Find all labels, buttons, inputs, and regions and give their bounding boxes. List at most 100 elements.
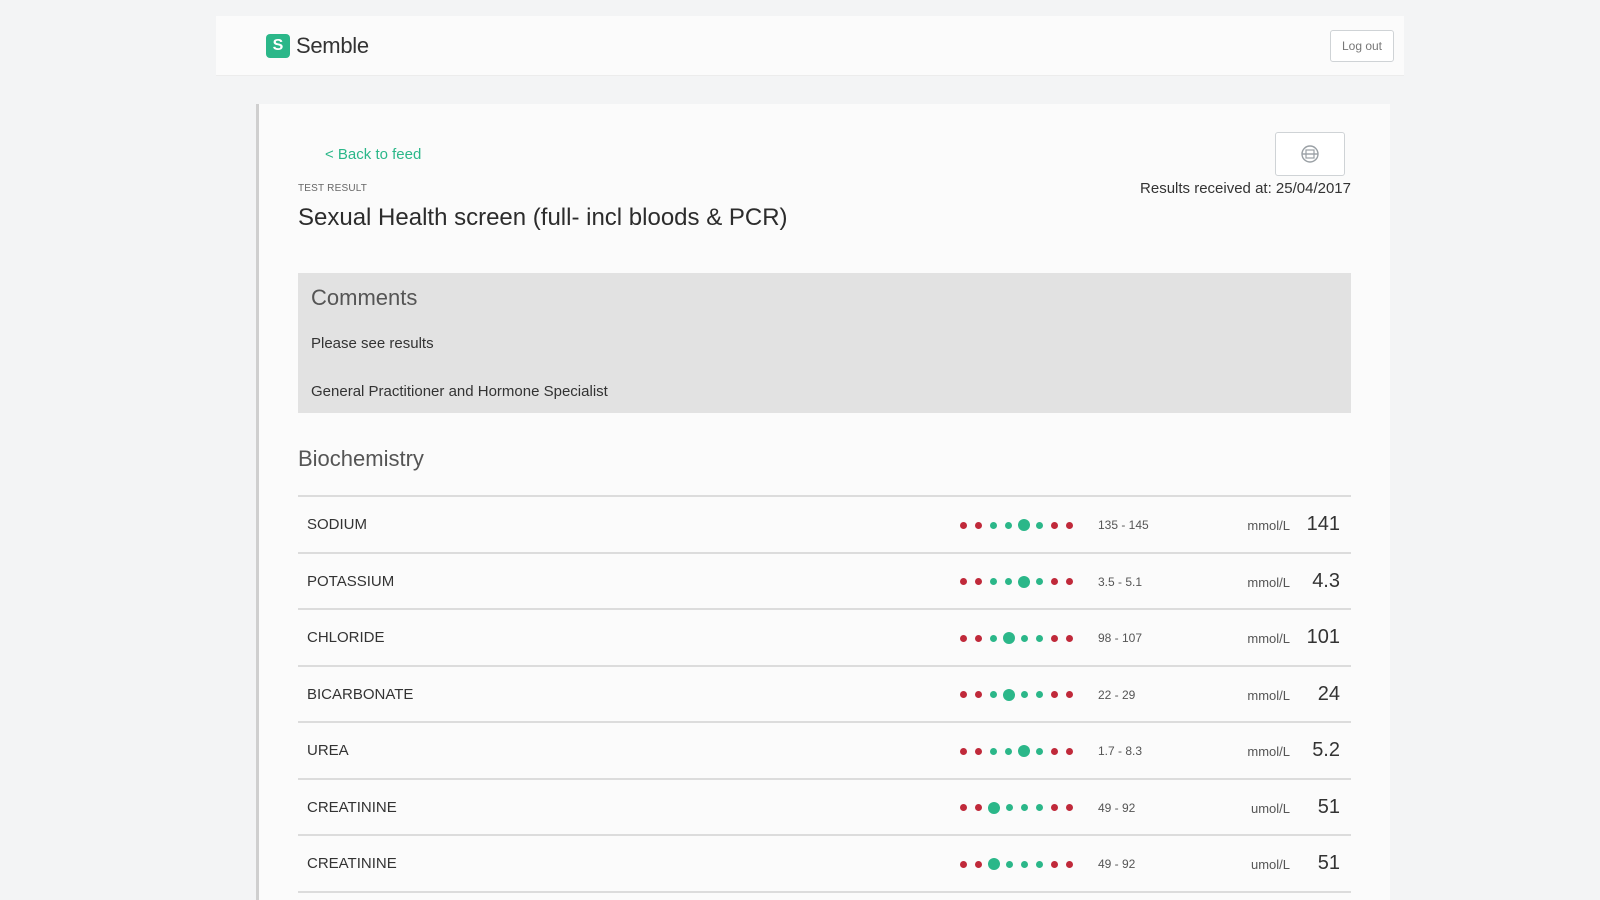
out-of-range-dot xyxy=(1066,634,1073,642)
in-range-dot xyxy=(990,691,997,698)
in-range-dot xyxy=(1006,860,1013,868)
in-range-dot xyxy=(1005,521,1012,529)
out-of-range-dot xyxy=(975,634,982,642)
semble-logo-icon: S xyxy=(266,34,290,58)
in-range-dot xyxy=(1005,578,1012,585)
out-of-range-dot xyxy=(1051,860,1058,868)
in-range-dot xyxy=(990,578,997,585)
range-indicator xyxy=(960,858,1081,870)
section-title-biochemistry: Biochemistry xyxy=(298,446,424,471)
in-range-dot xyxy=(1005,747,1012,755)
out-of-range-dot xyxy=(960,747,967,755)
unit: mmol/L xyxy=(1247,631,1290,646)
range-indicator xyxy=(960,801,1081,814)
table-row[interactable]: CREATININE 49 - 92 umol/L 51 xyxy=(298,836,1351,893)
result-marker-dot xyxy=(1003,688,1015,701)
reference-range: 3.5 - 5.1 xyxy=(1098,574,1143,589)
out-of-range-dot xyxy=(1051,521,1058,529)
received-label: Results received at: xyxy=(1140,180,1272,197)
reference-range: 22 - 29 xyxy=(1098,687,1136,702)
out-of-range-dot xyxy=(975,578,982,585)
test-name: CREATININE xyxy=(307,798,397,816)
table-row[interactable]: SODIUM 135 - 145 mmol/L 141 xyxy=(298,497,1351,554)
comments-title: Comments xyxy=(311,285,418,310)
test-name: CREATININE xyxy=(307,855,397,872)
unit: mmol/L xyxy=(1247,574,1290,590)
out-of-range-dot xyxy=(975,521,982,529)
result-marker-dot xyxy=(1018,745,1030,757)
result-value: 24 xyxy=(1317,682,1340,705)
test-name: UREA xyxy=(307,742,349,759)
in-range-dot xyxy=(1036,634,1043,642)
range-indicator xyxy=(960,688,1081,701)
back-to-feed-link[interactable]: < Back to feed xyxy=(325,146,421,163)
out-of-range-dot xyxy=(1051,804,1058,811)
test-name: BICARBONATE xyxy=(307,685,414,703)
out-of-range-dot xyxy=(1066,691,1073,698)
result-marker-dot xyxy=(988,858,1000,870)
in-range-dot xyxy=(990,747,997,755)
logout-button[interactable]: Log out xyxy=(1330,30,1394,62)
in-range-dot xyxy=(1036,747,1043,755)
result-marker-dot xyxy=(1018,519,1030,531)
result-card: < Back to feed TEST RESULT Results recei… xyxy=(256,104,1390,900)
results-table: SODIUM 135 - 145 mmol/L 141 POTASSIUM 3.5 - 5… xyxy=(298,495,1351,893)
comment-text: Please see results xyxy=(311,335,434,352)
results-received: Results received at: 25/04/2017 xyxy=(1059,180,1351,197)
unit: mmol/L xyxy=(1247,744,1290,759)
out-of-range-dot xyxy=(1051,747,1058,755)
out-of-range-dot xyxy=(1051,634,1058,642)
in-range-dot xyxy=(1021,634,1028,642)
result-value: 141 xyxy=(1306,513,1340,535)
unit: mmol/L xyxy=(1247,518,1290,533)
semble-logo[interactable]: S Semble xyxy=(266,32,369,60)
comments-panel: Comments Please see results General Prac… xyxy=(298,273,1351,413)
in-range-dot xyxy=(990,634,997,642)
out-of-range-dot xyxy=(960,691,967,698)
out-of-range-dot xyxy=(1066,521,1073,529)
result-value: 5.2 xyxy=(1312,739,1340,761)
out-of-range-dot xyxy=(975,804,982,811)
table-row[interactable]: CREATININE 49 - 92 umol/L 51 xyxy=(298,780,1351,836)
test-name: CHLORIDE xyxy=(307,629,385,646)
out-of-range-dot xyxy=(960,578,967,585)
out-of-range-dot xyxy=(975,747,982,755)
table-row[interactable]: UREA 1.7 - 8.3 mmol/L 5.2 xyxy=(298,723,1351,780)
out-of-range-dot xyxy=(1051,691,1058,698)
in-range-dot xyxy=(1036,804,1043,811)
result-marker-dot xyxy=(1018,575,1030,588)
result-value: 101 xyxy=(1306,626,1340,648)
unit: umol/L xyxy=(1250,857,1290,872)
in-range-dot xyxy=(1006,804,1013,811)
out-of-range-dot xyxy=(1066,804,1073,811)
out-of-range-dot xyxy=(975,860,982,868)
comment-author: General Practitioner and Hormone Special… xyxy=(311,383,608,400)
table-row[interactable]: POTASSIUM 3.5 - 5.1 mmol/L 4.3 xyxy=(298,554,1351,610)
print-button[interactable] xyxy=(1275,132,1345,176)
reference-range: 98 - 107 xyxy=(1098,631,1143,645)
table-row[interactable]: CHLORIDE 98 - 107 mmol/L 101 xyxy=(298,610,1351,667)
test-result-eyebrow: TEST RESULT xyxy=(298,183,368,194)
out-of-range-dot xyxy=(960,860,967,868)
out-of-range-dot xyxy=(960,634,967,642)
result-value: 51 xyxy=(1317,852,1340,874)
out-of-range-dot xyxy=(1051,578,1058,585)
in-range-dot xyxy=(1021,860,1028,868)
out-of-range-dot xyxy=(1066,860,1073,868)
out-of-range-dot xyxy=(960,521,967,529)
unit: umol/L xyxy=(1250,800,1290,816)
top-navbar: S Semble Log out xyxy=(216,16,1404,76)
print-icon xyxy=(1301,145,1319,163)
reference-range: 49 - 92 xyxy=(1098,857,1136,871)
range-indicator xyxy=(960,745,1081,757)
in-range-dot xyxy=(1021,804,1028,811)
range-indicator xyxy=(960,519,1081,531)
result-value: 4.3 xyxy=(1312,569,1340,592)
out-of-range-dot xyxy=(975,691,982,698)
range-indicator xyxy=(960,575,1081,588)
unit: mmol/L xyxy=(1247,687,1290,703)
test-name: POTASSIUM xyxy=(307,572,395,590)
out-of-range-dot xyxy=(960,804,967,811)
logo-text: Semble xyxy=(296,33,369,58)
table-row[interactable]: BICARBONATE 22 - 29 mmol/L 24 xyxy=(298,667,1351,723)
